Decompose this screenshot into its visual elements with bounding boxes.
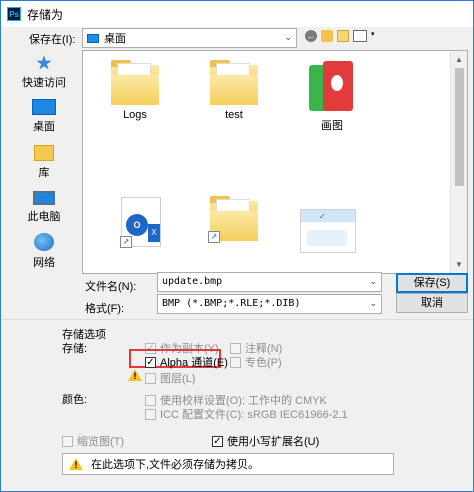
place-quick-access[interactable]: 快速访问 [12,55,76,90]
save-in-dropdown[interactable]: 桌面 ⌄ [82,28,297,48]
file-item-image[interactable]: ✓ [290,209,366,253]
icc-profile-checkbox[interactable]: ICC 配置文件(C): sRGB IEC61966-2.1 [145,406,348,422]
place-label: 此电脑 [27,211,61,223]
save-button[interactable]: 保存(S) [396,273,468,293]
save-in-label: 保存在(I): [29,34,76,46]
checkbox-label: Alpha 通道(E) [160,357,228,369]
document-icon: O X ↗ [120,197,161,248]
alpha-channel-checkbox[interactable]: ✓ Alpha 通道(E) [145,354,228,370]
view-menu-arrow-icon[interactable]: ▾ [371,30,377,42]
desktop-icon [32,99,56,115]
scroll-up-icon[interactable]: ▲ [455,55,463,64]
store-label: 存储: [62,343,88,355]
format-dropdown[interactable]: BMP (*.BMP;*.RLE;*.DIB) ⌄ [157,294,382,314]
save-in-row: 保存在(I): 桌面 ⌄ ← ▾ [1,27,473,49]
place-label: 桌面 [33,121,55,133]
checkbox-box[interactable] [230,356,241,368]
vertical-scrollbar[interactable]: ▲ ▼ [450,51,467,273]
scrollbar-thumb[interactable] [455,68,464,186]
scroll-down-icon[interactable]: ▼ [455,260,463,269]
filename-value: update.bmp [162,276,223,287]
view-menu-icon[interactable] [353,30,367,42]
layers-row: ! [128,369,142,381]
checkbox-label: 图层(L) [160,373,196,385]
checkbox-label: 缩览图(T) [77,436,125,448]
format-label: 格式(F): [85,303,125,315]
file-item-document-shortcut[interactable]: O X ↗ [103,197,179,248]
place-this-pc[interactable]: 此电脑 [12,191,76,224]
color-label: 颜色: [62,394,88,406]
warning-message: ! 在此选项下,文件必须存储为拷贝。 [62,453,394,475]
network-icon [34,233,54,251]
star-icon [36,55,52,70]
place-label: 网络 [33,257,55,269]
shortcut-arrow-icon: ↗ [120,236,132,248]
checkbox-box[interactable] [145,394,156,406]
cancel-button[interactable]: 取消 [396,293,468,313]
new-folder-icon[interactable] [337,30,349,42]
image-thumbnail: ✓ [300,209,356,253]
file-item-logs[interactable]: Logs [97,60,173,121]
back-icon[interactable]: ← [305,30,317,42]
chevron-down-icon[interactable]: ⌄ [369,273,377,291]
library-icon [34,145,54,161]
checkbox-box[interactable] [145,372,156,384]
file-item-folder-shortcut[interactable]: ↗ [196,196,272,243]
computer-icon [33,191,55,205]
layers-checkbox[interactable]: 图层(L) [145,370,195,386]
thumbnail-checkbox[interactable]: 缩览图(T) [62,433,124,449]
paint-app-icon [309,61,355,113]
file-label: 画图 [321,120,343,132]
place-label: 库 [38,167,50,179]
place-library[interactable]: 库 [12,145,76,180]
checkbox-label: 专色(P) [245,357,282,369]
folder-icon [111,60,159,105]
place-label: 快速访问 [22,77,66,89]
filename-input[interactable]: update.bmp ⌄ [157,272,382,292]
warning-text: 在此选项下,文件必须存储为拷贝。 [91,459,260,471]
checkbox-box[interactable] [230,342,241,354]
shortcut-arrow-icon: ↗ [208,231,220,243]
save-as-dialog: Ps 存储为 保存在(I): 桌面 ⌄ ← ▾ 快速访问 桌面 库 此电脑 网络… [0,0,474,492]
up-folder-icon[interactable] [321,30,333,42]
checkbox-label: 使用小写扩展名(U) [227,436,320,448]
warning-icon: ! [69,458,83,470]
file-item-paint[interactable]: 画图 [294,61,370,133]
desktop-icon [87,33,99,43]
folder-icon: ↗ [208,196,258,243]
title-bar: Ps 存储为 [1,1,473,27]
save-in-value: 桌面 [104,33,126,45]
file-item-test[interactable]: test [196,60,272,121]
dialog-title: 存储为 [27,7,64,22]
places-bar: 快速访问 桌面 库 此电脑 网络 [12,51,76,279]
checkbox-box[interactable] [145,408,156,420]
place-desktop[interactable]: 桌面 [12,99,76,134]
section-divider [1,319,473,320]
chevron-down-icon: ⌄ [284,32,292,42]
file-list[interactable]: Logs test 画图 O X ↗ ↗ ✓ ▲ ▼ [82,50,468,274]
checkbox-box[interactable] [62,435,73,447]
file-label: Logs [123,109,147,121]
chevron-down-icon[interactable]: ⌄ [369,295,377,313]
file-label: test [225,109,243,121]
lowercase-extension-checkbox[interactable]: ✓ 使用小写扩展名(U) [212,433,319,449]
spot-color-checkbox[interactable]: 专色(P) [230,354,282,370]
checkbox-label: ICC 配置文件(C): sRGB IEC61966-2.1 [160,409,348,421]
format-value: BMP (*.BMP;*.RLE;*.DIB) [162,298,301,309]
folder-icon [210,60,258,105]
checkbox-box[interactable]: ✓ [212,435,223,447]
checkbox-box[interactable]: ✓ [145,356,156,368]
nav-toolbar: ← ▾ [305,30,377,42]
filename-label: 文件名(N): [85,281,137,293]
place-network[interactable]: 网络 [12,233,76,270]
warning-icon: ! [128,369,142,381]
photoshop-icon: Ps [7,7,21,21]
